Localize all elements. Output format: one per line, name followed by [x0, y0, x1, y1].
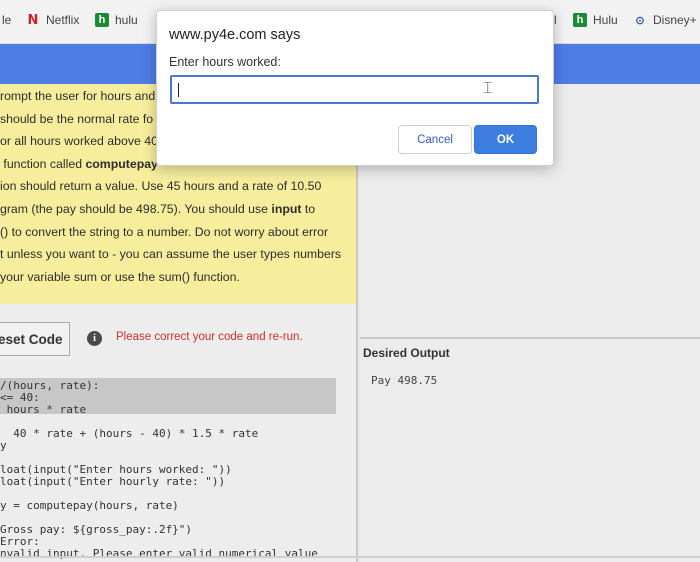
prompt-dialog: www.py4e.com says Enter hours worked: ⌶ …: [156, 10, 554, 166]
code-line: nvalid input. Please enter valid numeric…: [0, 547, 318, 560]
bookmark-hulu-label: hulu: [115, 13, 138, 27]
instruction-bold-input: input: [271, 201, 302, 216]
bookmark-netflix-label: Netflix: [46, 13, 80, 27]
disney-icon: ⊙: [635, 14, 645, 27]
code-toolbar: eset Code i Please correct your code and…: [0, 322, 356, 356]
bookmark-netflix[interactable]: N Netflix: [26, 12, 80, 28]
bookmark-disney-label: Disney+: [653, 13, 697, 27]
netflix-icon: N: [27, 12, 39, 28]
output-divider: [360, 337, 700, 339]
ok-button[interactable]: OK: [474, 125, 537, 154]
hulu-icon: h: [573, 13, 587, 27]
text-cursor-icon: ⌶: [483, 78, 493, 97]
text-caret: [178, 83, 179, 97]
code-line: y = computepay(hours, rate): [0, 499, 179, 512]
bookmark-hulu-2[interactable]: h Hulu: [573, 13, 618, 27]
bookmark-partial[interactable]: le: [2, 13, 11, 27]
info-icon: i: [87, 331, 102, 346]
bookmark-partial-label: le: [2, 13, 12, 27]
dialog-title: www.py4e.com says: [169, 27, 301, 43]
code-line: hours * rate: [0, 403, 87, 416]
desired-output-title: Desired Output: [363, 346, 450, 360]
code-line: y: [0, 439, 7, 452]
bookmark-hulu[interactable]: h hulu: [95, 13, 138, 27]
cancel-button[interactable]: Cancel: [398, 125, 472, 154]
hulu-icon: h: [95, 13, 109, 27]
bookmark-hulu-2-label: Hulu: [593, 13, 618, 27]
bookmark-partial-2-label: l: [554, 13, 557, 27]
code-line: 40 * rate + (hours - 40) * 1.5 * rate: [0, 427, 259, 440]
bookmark-disney[interactable]: ⊙ Disney+: [633, 13, 697, 27]
instruction-line: t unless you want to - you can assume th…: [0, 247, 342, 262]
instruction-line: ion should return a value. Use 45 hours …: [0, 179, 322, 194]
reset-code-button[interactable]: eset Code: [0, 322, 70, 356]
instruction-line: your variable sum or use the sum() funct…: [0, 269, 240, 284]
error-message: Please correct your code and re-run.: [116, 331, 303, 343]
desired-output-text: Pay 498.75: [371, 374, 438, 387]
code-line: loat(input("Enter hourly rate: ")): [0, 475, 226, 488]
instruction-bold-computepay: computepay: [85, 156, 158, 171]
bookmark-partial-2[interactable]: l: [554, 13, 557, 27]
instruction-line-input: gram (the pay should be 498.75). You sho…: [0, 201, 316, 216]
dialog-message: Enter hours worked:: [169, 55, 281, 69]
instruction-line: () to convert the string to a number. Do…: [0, 224, 329, 239]
bottom-divider: [0, 556, 700, 558]
